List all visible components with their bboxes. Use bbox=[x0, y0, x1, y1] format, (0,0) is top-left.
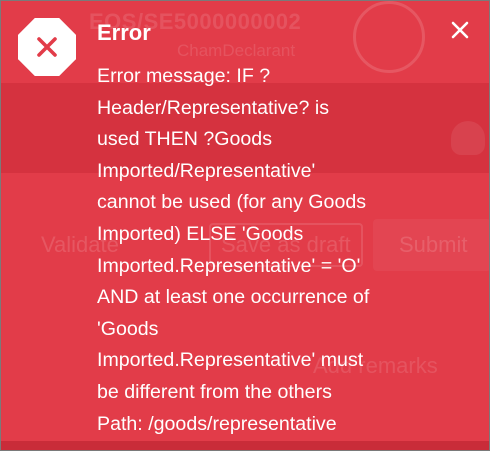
close-button[interactable] bbox=[445, 15, 475, 45]
message-line: Path: /goods/representative bbox=[97, 412, 337, 435]
message-line: Imported/Representative' bbox=[97, 159, 316, 182]
toast-title: Error bbox=[97, 20, 151, 45]
screenshot-frame: EOS/SE5000000002 ChamDeclarant Validate … bbox=[0, 0, 490, 451]
message-line: Imported) ELSE 'Goods bbox=[97, 222, 304, 245]
message-line: be different from the others bbox=[97, 380, 332, 403]
error-toast: Error Error message: IF ? Header/Represe… bbox=[1, 1, 489, 450]
message-line: Error message: IF ? bbox=[97, 65, 271, 87]
message-line: used THEN ?Goods bbox=[97, 128, 272, 151]
message-line: cannot be used (for any Goods bbox=[97, 191, 367, 214]
x-glyph bbox=[37, 37, 57, 57]
message-line: 'Goods bbox=[97, 317, 159, 340]
message-line: Imported.Representative' = 'O' bbox=[97, 254, 361, 277]
error-x-icon bbox=[18, 18, 76, 76]
message-line: AND at least one occurrence of bbox=[97, 286, 370, 309]
message-line: Imported.Representative' must bbox=[97, 349, 364, 372]
message-line: Header/Representative? is bbox=[97, 96, 329, 119]
close-icon bbox=[451, 21, 469, 39]
toast-message: Error message: IF ? Header/Representativ… bbox=[97, 61, 447, 440]
